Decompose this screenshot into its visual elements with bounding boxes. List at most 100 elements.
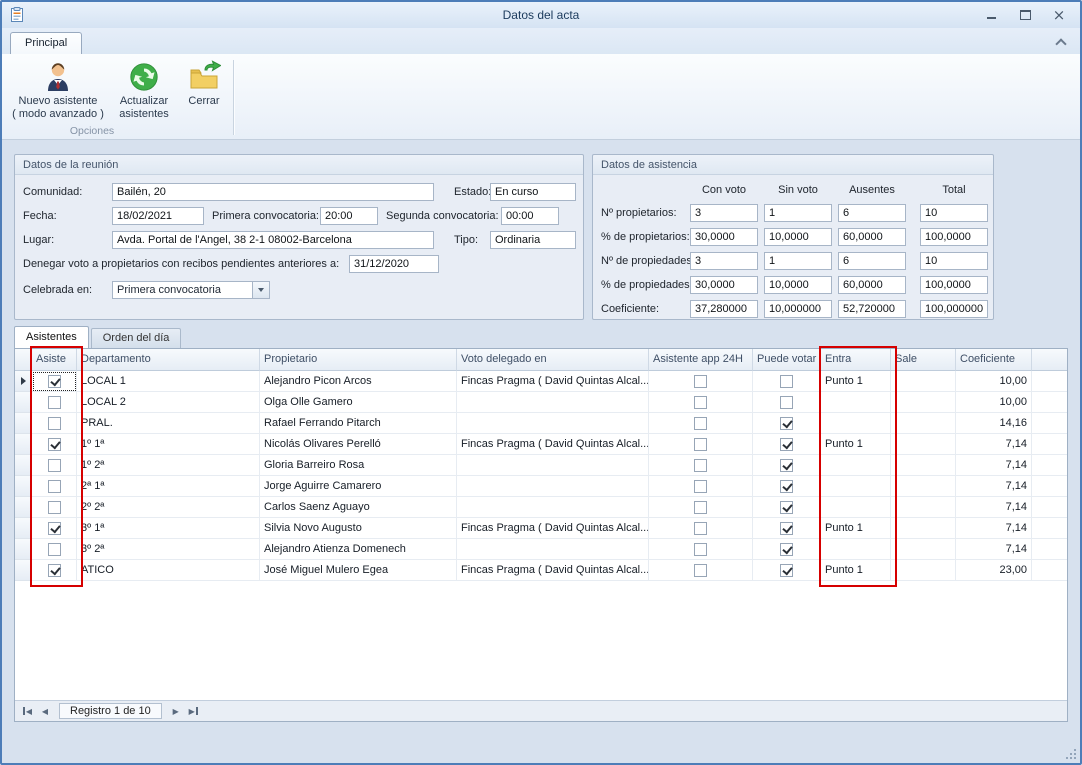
cell-asistente-app-24h[interactable] [649, 392, 753, 413]
cell-voto-delegado[interactable]: Fincas Pragma ( David Quintas Alcal... [457, 371, 649, 392]
cell-departamento[interactable]: LOCAL 1 [77, 371, 260, 392]
next-record-button[interactable]: ▶ [168, 703, 184, 719]
cell-voto-delegado[interactable] [457, 476, 649, 497]
cell-asiste[interactable] [32, 539, 77, 560]
cell-voto-delegado[interactable] [457, 392, 649, 413]
puede-votar-checkbox[interactable] [780, 501, 793, 514]
column-header-puede-votar[interactable]: Puede votar [753, 349, 821, 371]
maximize-button[interactable] [1012, 6, 1038, 24]
asistencia-value-field[interactable]: 100,0000 [920, 228, 988, 246]
asistencia-value-field[interactable]: 6 [838, 204, 906, 222]
cell-asistente-app-24h[interactable] [649, 497, 753, 518]
asistencia-value-field[interactable]: 1 [764, 204, 832, 222]
asiste-checkbox[interactable] [48, 522, 61, 535]
asistencia-value-field[interactable]: 3 [690, 204, 758, 222]
grid-row[interactable]: 1º 1ªNicolás Olivares PerellóFincas Prag… [15, 434, 1067, 455]
asistente-app-24h-checkbox[interactable] [694, 459, 707, 472]
asiste-checkbox[interactable] [48, 564, 61, 577]
cell-propietario[interactable]: Alejandro Picon Arcos [260, 371, 457, 392]
cell-asistente-app-24h[interactable] [649, 455, 753, 476]
cell-asistente-app-24h[interactable] [649, 560, 753, 581]
cell-entra[interactable] [821, 392, 891, 413]
cell-asiste[interactable] [32, 371, 77, 392]
cell-propietario[interactable]: Alejandro Atienza Domenech [260, 539, 457, 560]
cell-coeficiente[interactable]: 7,14 [956, 539, 1032, 560]
grid-row[interactable]: LOCAL 1Alejandro Picon ArcosFincas Pragm… [15, 371, 1067, 392]
last-record-button[interactable]: ▶ [186, 703, 202, 719]
asistente-app-24h-checkbox[interactable] [694, 438, 707, 451]
column-header-asiste[interactable]: Asiste [32, 349, 77, 371]
tab-asistentes[interactable]: Asistentes [14, 326, 89, 348]
cell-entra[interactable]: Punto 1 [821, 434, 891, 455]
cell-puede-votar[interactable] [753, 497, 821, 518]
puede-votar-checkbox[interactable] [780, 438, 793, 451]
cell-sale[interactable] [891, 497, 956, 518]
puede-votar-checkbox[interactable] [780, 396, 793, 409]
close-window-button[interactable]: × [1046, 6, 1072, 24]
cell-coeficiente[interactable]: 7,14 [956, 476, 1032, 497]
tab-principal[interactable]: Principal [10, 32, 82, 54]
cell-coeficiente[interactable]: 14,16 [956, 413, 1032, 434]
cell-puede-votar[interactable] [753, 539, 821, 560]
cell-asistente-app-24h[interactable] [649, 413, 753, 434]
asiste-checkbox[interactable] [48, 375, 61, 388]
asistencia-value-field[interactable]: 30,0000 [690, 228, 758, 246]
cell-asiste[interactable] [32, 455, 77, 476]
asistencia-value-field[interactable]: 6 [838, 252, 906, 270]
asiste-checkbox[interactable] [48, 543, 61, 556]
cell-coeficiente[interactable]: 7,14 [956, 497, 1032, 518]
cell-puede-votar[interactable] [753, 434, 821, 455]
fecha-field[interactable]: 18/02/2021 [112, 207, 204, 225]
cell-voto-delegado[interactable] [457, 539, 649, 560]
column-header-departamento[interactable]: Departamento [77, 349, 260, 371]
segunda-convocatoria-field[interactable]: 00:00 [501, 207, 559, 225]
cell-departamento[interactable]: LOCAL 2 [77, 392, 260, 413]
asistencia-value-field[interactable]: 60,0000 [838, 228, 906, 246]
asistente-app-24h-checkbox[interactable] [694, 417, 707, 430]
cell-propietario[interactable]: Nicolás Olivares Perelló [260, 434, 457, 455]
cell-entra[interactable] [821, 476, 891, 497]
cell-voto-delegado[interactable] [457, 413, 649, 434]
cell-propietario[interactable]: Rafael Ferrando Pitarch [260, 413, 457, 434]
cell-voto-delegado[interactable]: Fincas Pragma ( David Quintas Alcal... [457, 560, 649, 581]
previous-record-button[interactable]: ◀ [37, 703, 53, 719]
cell-propietario[interactable]: Silvia Novo Augusto [260, 518, 457, 539]
cell-voto-delegado[interactable]: Fincas Pragma ( David Quintas Alcal... [457, 518, 649, 539]
cell-departamento[interactable]: ATICO [77, 560, 260, 581]
asiste-checkbox[interactable] [48, 396, 61, 409]
grid-row[interactable]: ATICOJosé Miguel Mulero EgeaFincas Pragm… [15, 560, 1067, 581]
cell-voto-delegado[interactable] [457, 455, 649, 476]
cell-sale[interactable] [891, 434, 956, 455]
column-header-entra[interactable]: Entra [821, 349, 891, 371]
asistencia-value-field[interactable]: 10,000000 [764, 300, 832, 318]
cell-sale[interactable] [891, 539, 956, 560]
asistente-app-24h-checkbox[interactable] [694, 501, 707, 514]
cell-entra[interactable]: Punto 1 [821, 518, 891, 539]
cell-voto-delegado[interactable] [457, 497, 649, 518]
cell-coeficiente[interactable]: 10,00 [956, 371, 1032, 392]
asistencia-value-field[interactable]: 60,0000 [838, 276, 906, 294]
cell-asistente-app-24h[interactable] [649, 476, 753, 497]
grid-row[interactable]: PRAL.Rafael Ferrando Pitarch14,16 [15, 413, 1067, 434]
cell-departamento[interactable]: 1º 1ª [77, 434, 260, 455]
minimize-button[interactable] [978, 6, 1004, 24]
puede-votar-checkbox[interactable] [780, 459, 793, 472]
column-header-coeficiente[interactable]: Coeficiente [956, 349, 1032, 371]
cell-entra[interactable] [821, 455, 891, 476]
cell-asistente-app-24h[interactable] [649, 371, 753, 392]
cell-propietario[interactable]: José Miguel Mulero Egea [260, 560, 457, 581]
cell-departamento[interactable]: 1º 2ª [77, 455, 260, 476]
column-header-voto-delegado-en[interactable]: Voto delegado en [457, 349, 649, 371]
asiste-checkbox[interactable] [48, 480, 61, 493]
cell-puede-votar[interactable] [753, 371, 821, 392]
puede-votar-checkbox[interactable] [780, 543, 793, 556]
cell-sale[interactable] [891, 413, 956, 434]
resize-grip[interactable] [1065, 748, 1077, 760]
celebrada-combobox[interactable]: Primera convocatoria [112, 281, 270, 299]
cell-entra[interactable] [821, 497, 891, 518]
cell-propietario[interactable]: Olga Olle Gamero [260, 392, 457, 413]
close-button[interactable]: Cerrar [178, 56, 230, 124]
cell-puede-votar[interactable] [753, 560, 821, 581]
denegar-fecha-field[interactable]: 31/12/2020 [349, 255, 439, 273]
comunidad-field[interactable]: Bailén, 20 [112, 183, 434, 201]
